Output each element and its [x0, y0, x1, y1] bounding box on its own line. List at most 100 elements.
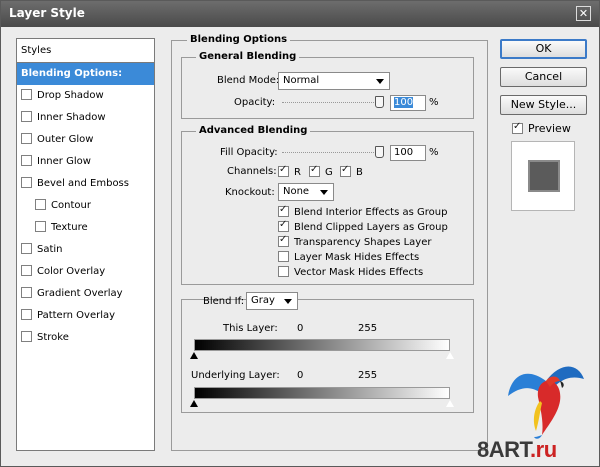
fill-opacity-input[interactable]: 100: [390, 145, 426, 161]
styles-list: Styles Blending Options: Custom Drop Shad…: [16, 38, 155, 451]
advanced-option-3[interactable]: Layer Mask Hides Effects: [278, 251, 419, 263]
advanced-option-label: Vector Mask Hides Effects: [294, 267, 424, 278]
this-layer-gradient: [194, 339, 450, 351]
this-layer-max: 255: [358, 323, 378, 334]
style-item-checkbox[interactable]: [21, 243, 32, 254]
style-item-checkbox[interactable]: [21, 265, 32, 276]
opacity-slider-thumb[interactable]: [375, 96, 384, 108]
style-item-label: Texture: [51, 222, 88, 233]
blend-mode-value: Normal: [283, 75, 320, 86]
style-item-texture[interactable]: Texture: [17, 217, 154, 239]
underlying-layer-min: 0: [297, 370, 304, 381]
blend-if-value: Gray: [251, 295, 275, 306]
channels-label: Channels:: [227, 166, 277, 177]
underlying-layer-label: Underlying Layer:: [191, 370, 280, 381]
style-item-checkbox[interactable]: [21, 111, 32, 122]
channel-g[interactable]: G: [309, 164, 333, 178]
advanced-blending-title: Advanced Blending: [196, 125, 311, 136]
style-item-checkbox[interactable]: [35, 221, 46, 232]
this-layer-black-handle[interactable]: [190, 352, 198, 359]
channel-g-label: G: [325, 167, 333, 178]
style-item-label: Pattern Overlay: [37, 310, 116, 321]
style-item-checkbox[interactable]: [21, 287, 32, 298]
style-item-checkbox[interactable]: [21, 89, 32, 100]
style-item-label: Stroke: [37, 332, 69, 343]
this-layer-label: This Layer:: [223, 323, 278, 334]
this-layer-white-handle[interactable]: [445, 351, 455, 360]
advanced-option-label: Transparency Shapes Layer: [294, 237, 432, 248]
style-item-label: Contour: [51, 200, 91, 211]
advanced-option-checkbox[interactable]: [278, 266, 289, 277]
fill-opacity-slider-thumb[interactable]: [375, 146, 384, 158]
fill-opacity-slider[interactable]: [282, 152, 382, 154]
style-item-outer-glow[interactable]: Outer Glow: [17, 129, 154, 151]
style-item-drop-shadow[interactable]: Drop Shadow: [17, 85, 154, 107]
underlying-layer-gradient: [194, 387, 450, 399]
dialog-title: Layer Style: [9, 6, 85, 20]
advanced-option-1[interactable]: Blend Clipped Layers as Group: [278, 219, 448, 233]
advanced-option-checkbox[interactable]: [278, 234, 289, 247]
chevron-down-icon: [376, 79, 384, 84]
underlying-black-handle[interactable]: [190, 400, 198, 407]
style-item-blending-options-custom[interactable]: Blending Options: Custom: [17, 63, 154, 101]
style-item-inner-glow[interactable]: Inner Glow: [17, 151, 154, 173]
channel-b-checkbox[interactable]: [340, 164, 351, 177]
style-item-checkbox[interactable]: [21, 133, 32, 144]
channel-g-checkbox[interactable]: [309, 164, 320, 177]
channel-b[interactable]: B: [340, 164, 363, 178]
style-item-checkbox[interactable]: [21, 331, 32, 342]
style-item-color-overlay[interactable]: Color Overlay: [17, 261, 154, 283]
style-item-satin[interactable]: Satin: [17, 239, 154, 261]
opacity-value: 100: [394, 97, 414, 108]
advanced-option-4[interactable]: Vector Mask Hides Effects: [278, 266, 423, 278]
new-style-button[interactable]: New Style...: [500, 95, 587, 115]
advanced-option-2[interactable]: Transparency Shapes Layer: [278, 234, 432, 248]
layer-style-dialog: Layer Style ✕ Styles Blending Options: C…: [0, 0, 600, 467]
blend-mode-select[interactable]: Normal: [278, 72, 390, 90]
style-item-pattern-overlay[interactable]: Pattern Overlay: [17, 305, 154, 327]
opacity-slider[interactable]: [282, 102, 382, 104]
ok-button[interactable]: OK: [500, 39, 587, 59]
channel-r-label: R: [294, 167, 301, 178]
underlying-white-handle[interactable]: [445, 399, 455, 408]
opacity-input[interactable]: 100: [390, 95, 426, 111]
advanced-option-checkbox[interactable]: [278, 219, 289, 232]
advanced-option-checkbox[interactable]: [278, 204, 289, 217]
opacity-label: Opacity:: [234, 97, 276, 108]
style-item-label: Color Overlay: [37, 266, 106, 277]
styles-header[interactable]: Styles: [17, 39, 154, 63]
blend-if-select[interactable]: Gray: [246, 292, 298, 310]
knockout-select[interactable]: None: [278, 183, 334, 201]
blending-options-title: Blending Options: [187, 34, 291, 45]
style-item-checkbox[interactable]: [35, 199, 46, 210]
style-item-label: Outer Glow: [37, 134, 94, 145]
style-item-stroke[interactable]: Stroke: [17, 327, 154, 349]
style-item-contour[interactable]: Contour: [17, 195, 154, 217]
style-item-checkbox[interactable]: [21, 309, 32, 320]
advanced-option-0[interactable]: Blend Interior Effects as Group: [278, 204, 448, 218]
this-layer-min: 0: [297, 323, 304, 334]
general-blending-title: General Blending: [196, 51, 300, 62]
chevron-down-icon: [320, 190, 328, 195]
knockout-value: None: [283, 186, 310, 197]
title-bar[interactable]: Layer Style ✕: [1, 1, 599, 27]
advanced-option-label: Blend Interior Effects as Group: [294, 207, 448, 218]
preview-checkbox[interactable]: [512, 121, 523, 134]
style-item-checkbox[interactable]: [21, 177, 32, 188]
cancel-button[interactable]: Cancel: [500, 67, 587, 87]
style-item-checkbox[interactable]: [21, 155, 32, 166]
knockout-label: Knockout:: [225, 187, 275, 198]
fill-opacity-label: Fill Opacity:: [220, 147, 278, 158]
channel-r-checkbox[interactable]: [278, 164, 289, 177]
close-icon[interactable]: ✕: [576, 6, 591, 21]
style-item-inner-shadow[interactable]: Inner Shadow: [17, 107, 154, 129]
parrot-logo-icon: [508, 366, 584, 439]
style-item-label: Inner Shadow: [37, 112, 106, 123]
style-item-bevel-and-emboss[interactable]: Bevel and Emboss: [17, 173, 154, 195]
channel-r[interactable]: R: [278, 164, 301, 178]
style-item-gradient-overlay[interactable]: Gradient Overlay: [17, 283, 154, 305]
advanced-option-checkbox[interactable]: [278, 251, 289, 262]
preview-label: Preview: [528, 122, 571, 135]
blend-mode-label: Blend Mode:: [217, 75, 280, 86]
preview-toggle[interactable]: Preview: [512, 121, 571, 135]
